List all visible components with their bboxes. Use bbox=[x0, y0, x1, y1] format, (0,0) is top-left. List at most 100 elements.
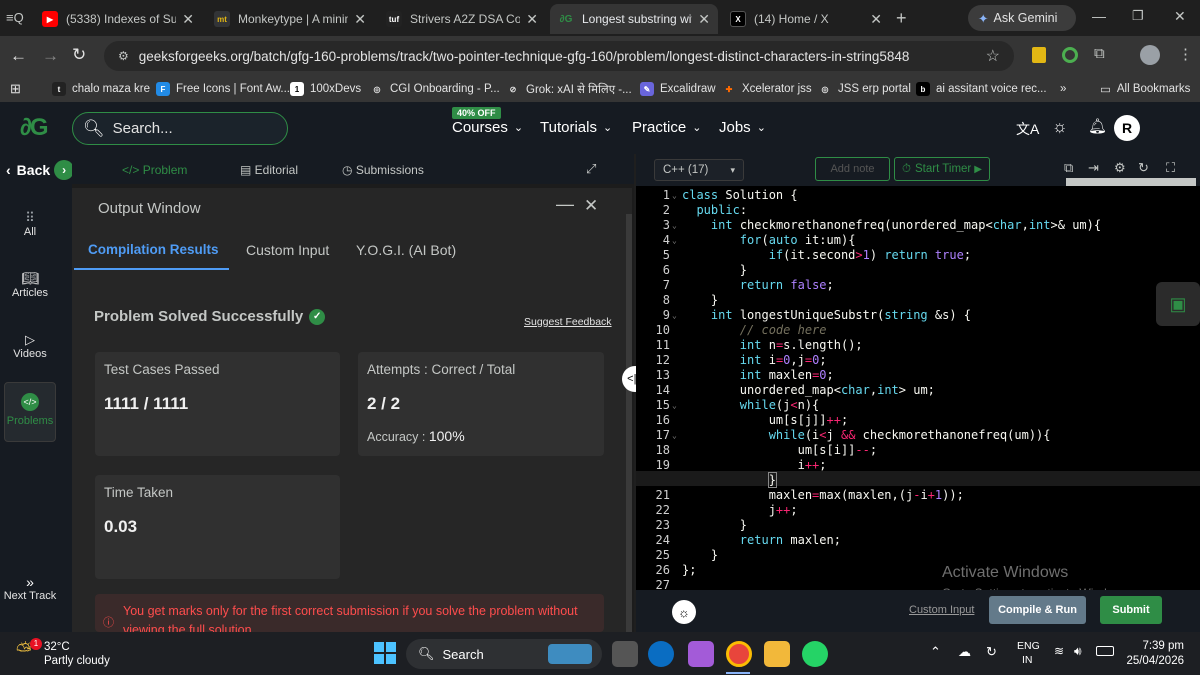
bookmark-item[interactable]: t chalo maza kre bbox=[52, 80, 150, 98]
battery-icon[interactable] bbox=[1096, 646, 1114, 656]
language-region[interactable]: IN bbox=[1022, 654, 1033, 666]
browser-tab-active[interactable]: ∂G Longest substring with ✕ bbox=[550, 4, 718, 34]
menu-icon[interactable]: ⋮ bbox=[1178, 45, 1193, 63]
tab-compilation-results[interactable]: Compilation Results bbox=[88, 242, 219, 257]
close-icon[interactable]: ✕ bbox=[182, 11, 194, 28]
bookmark-item[interactable]: ⊘ Grok: xAI से मिलिए -... bbox=[506, 80, 632, 98]
close-output-icon[interactable]: ✕ bbox=[584, 196, 598, 216]
tab-yogi-bot[interactable]: Y.O.G.I. (AI Bot) bbox=[356, 242, 456, 258]
import-icon[interactable]: ⇥ bbox=[1088, 160, 1099, 176]
bookmark-item[interactable]: F Free Icons | Font Aw... bbox=[156, 80, 290, 98]
new-tab-button[interactable]: + bbox=[896, 8, 907, 29]
theme-light-icon[interactable]: ☼ bbox=[672, 600, 696, 624]
windows-start-icon[interactable] bbox=[374, 642, 396, 664]
gfg-logo-icon[interactable]: ∂G bbox=[20, 114, 48, 142]
fold-icon[interactable]: ⌄ bbox=[672, 218, 677, 233]
bookmark-item[interactable]: ✎ Excalidraw bbox=[640, 80, 716, 98]
fold-icon[interactable]: ⌄ bbox=[672, 233, 677, 248]
profile-avatar[interactable] bbox=[1140, 45, 1160, 65]
close-icon[interactable]: ✕ bbox=[870, 11, 882, 28]
nav-jobs[interactable]: Jobs ⌄ bbox=[719, 119, 766, 136]
fold-icon[interactable]: ⌄ bbox=[672, 398, 677, 413]
fold-icon[interactable]: ⌄ bbox=[672, 188, 677, 203]
minimize-icon[interactable]: — bbox=[1092, 8, 1106, 24]
taskbar-search[interactable]: 🔍︎ Search bbox=[406, 639, 602, 669]
compile-run-button[interactable]: Compile & Run bbox=[989, 596, 1086, 624]
reset-icon[interactable]: ↻ bbox=[1138, 160, 1149, 176]
chat-icon[interactable]: ▣ bbox=[1156, 282, 1200, 326]
file-explorer-icon[interactable] bbox=[764, 641, 790, 667]
wifi-icon[interactable]: ≋ bbox=[1054, 644, 1064, 658]
submit-button[interactable]: Submit bbox=[1100, 596, 1162, 624]
task-view-icon[interactable] bbox=[612, 641, 638, 667]
translate-icon[interactable]: 文A bbox=[1016, 119, 1039, 139]
close-icon[interactable]: ✕ bbox=[698, 11, 710, 28]
tab-custom-input[interactable]: Custom Input bbox=[246, 242, 329, 258]
edge-icon[interactable] bbox=[648, 641, 674, 667]
back-button[interactable]: ‹ Back › bbox=[6, 160, 75, 180]
browser-tab[interactable]: X (14) Home / X ✕ bbox=[722, 4, 890, 34]
expand-icon[interactable]: ⤢ bbox=[586, 161, 596, 177]
window-close-icon[interactable]: ✕ bbox=[1174, 8, 1186, 25]
back-arrow-icon[interactable]: ← bbox=[10, 46, 27, 66]
code-area[interactable]: 1⌄23⌄4⌄56789⌄101112131415⌄1617⌄181920212… bbox=[636, 186, 1200, 592]
fold-icon[interactable]: ⌄ bbox=[672, 428, 677, 443]
tab-editorial[interactable]: ▤ Editorial bbox=[240, 163, 298, 177]
scrollbar[interactable] bbox=[626, 214, 632, 632]
forward-arrow-icon[interactable]: → bbox=[42, 46, 59, 66]
sidebar-item-articles[interactable]: 📖︎ Articles bbox=[0, 270, 60, 299]
browser-tab[interactable]: ▶ (5338) Indexes of Subar ✕ bbox=[34, 4, 202, 34]
settings-icon[interactable]: ⚙ bbox=[1114, 160, 1126, 176]
bookmark-item[interactable]: ◎ JSS erp portal bbox=[818, 80, 911, 98]
bookmark-item[interactable]: 1 100xDevs bbox=[290, 80, 361, 98]
sync-icon[interactable]: ↻ bbox=[986, 644, 997, 660]
copy-icon[interactable]: ⧉ bbox=[1064, 160, 1073, 176]
star-icon[interactable]: ☆ bbox=[986, 46, 1000, 66]
bookmark-item[interactable]: ◎ CGI Onboarding - P... bbox=[370, 80, 500, 98]
chevron-up-icon[interactable]: ⌃ bbox=[930, 644, 941, 660]
restore-icon[interactable]: ❐ bbox=[1132, 8, 1144, 24]
nav-tutorials[interactable]: Tutorials ⌄ bbox=[540, 119, 612, 136]
bookmark-item[interactable]: ✚ Xcelerator jss bbox=[722, 80, 812, 98]
apps-icon[interactable]: ⊞ bbox=[10, 80, 21, 98]
more-bookmarks-icon[interactable]: » bbox=[1060, 80, 1066, 98]
language-select[interactable]: C++ (17) ▾ bbox=[654, 159, 744, 181]
all-bookmarks[interactable]: ▭ All Bookmarks bbox=[1100, 80, 1190, 98]
clock-time[interactable]: 7:39 pm bbox=[1142, 640, 1184, 652]
reload-icon[interactable]: ↻ bbox=[72, 45, 86, 65]
site-info-icon[interactable]: ⚙ bbox=[118, 49, 129, 63]
language-eng[interactable]: ENG bbox=[1017, 640, 1040, 652]
suggest-feedback-link[interactable]: Suggest Feedback bbox=[524, 316, 612, 328]
extension-circle-icon[interactable] bbox=[1062, 47, 1078, 63]
avatar[interactable]: R bbox=[1114, 115, 1140, 141]
search-input[interactable]: 🔍︎ Search... bbox=[72, 112, 288, 145]
browser-tab[interactable]: tuf Strivers A2Z DSA Cours ✕ bbox=[378, 4, 546, 34]
fullscreen-icon[interactable]: ⛶ bbox=[1166, 160, 1175, 176]
chrome-icon[interactable] bbox=[726, 641, 752, 667]
cloud-icon[interactable]: ☁ bbox=[958, 644, 971, 660]
nav-courses[interactable]: Courses ⌄ bbox=[452, 119, 523, 136]
minimize-output-icon[interactable]: — bbox=[556, 194, 574, 215]
fold-icon[interactable]: ⌄ bbox=[672, 308, 677, 323]
sidebar-item-all[interactable]: ⠿ All bbox=[0, 210, 60, 238]
sidebar-item-videos[interactable]: ▷ Videos bbox=[0, 332, 60, 360]
nav-practice[interactable]: Practice ⌄ bbox=[632, 119, 701, 136]
bookmark-item[interactable]: b ai assitant voice rec... bbox=[916, 80, 1047, 98]
copilot-icon[interactable] bbox=[688, 641, 714, 667]
custom-input-link[interactable]: Custom Input bbox=[909, 604, 974, 616]
sidebar-item-problems[interactable]: </> Problems bbox=[4, 382, 56, 442]
clock-date[interactable]: 25/04/2026 bbox=[1126, 655, 1184, 667]
next-track-button[interactable]: » Next Track bbox=[0, 574, 60, 602]
tab-problem[interactable]: </> Problem bbox=[122, 163, 187, 177]
close-icon[interactable]: ✕ bbox=[354, 11, 366, 28]
add-note-button[interactable]: Add note bbox=[815, 157, 890, 181]
ask-gemini-button[interactable]: ✦ Ask Gemini bbox=[968, 5, 1076, 31]
volume-icon[interactable]: 🔊︎ bbox=[1074, 644, 1082, 659]
bell-icon[interactable]: 🔔︎ bbox=[1088, 117, 1107, 135]
horizontal-scrollbar[interactable] bbox=[1066, 178, 1196, 186]
whatsapp-icon[interactable] bbox=[802, 641, 828, 667]
tab-search-icon[interactable]: ≡Q bbox=[6, 10, 24, 25]
start-timer-button[interactable]: ⏱︎ Start Timer ▶ bbox=[894, 157, 990, 181]
tab-submissions[interactable]: ◷ Submissions bbox=[342, 163, 424, 177]
extensions-icon[interactable]: ⧉ bbox=[1094, 45, 1105, 62]
